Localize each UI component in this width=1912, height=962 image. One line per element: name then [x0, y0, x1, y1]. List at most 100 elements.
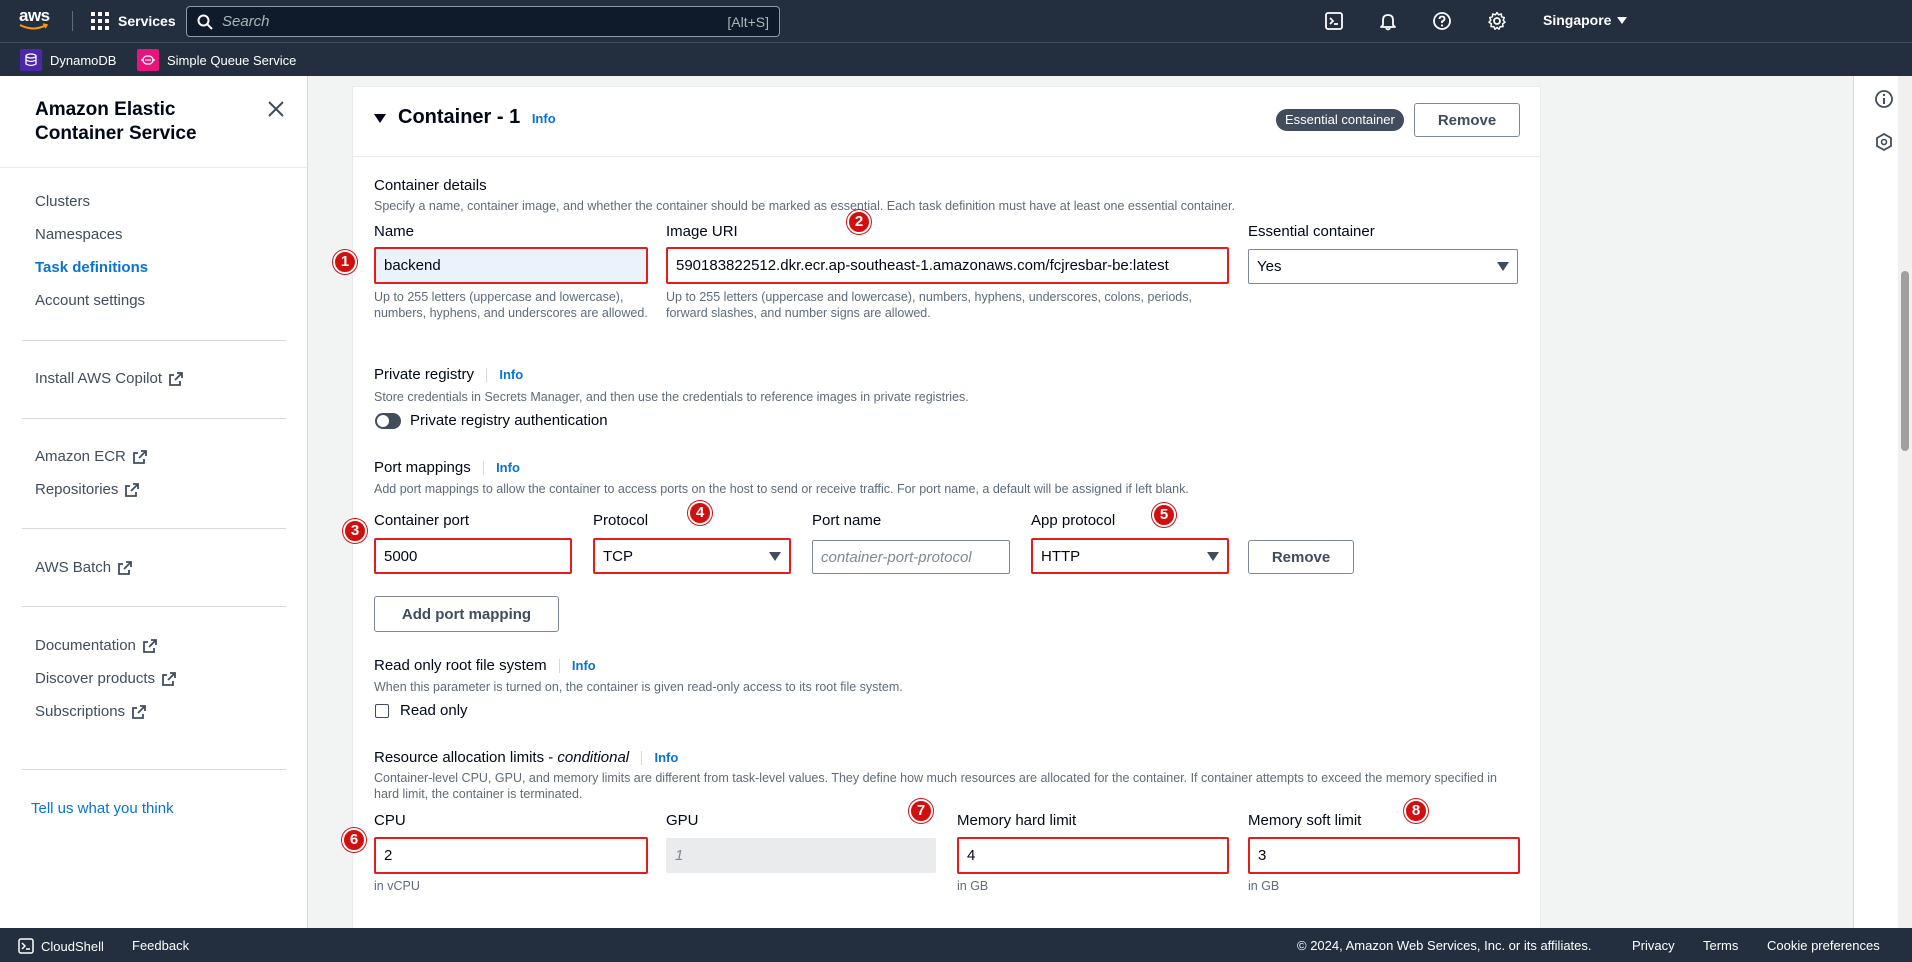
external-link-icon [132, 704, 146, 719]
caret-down-icon [1617, 16, 1628, 24]
port-mappings-info-link[interactable]: Info [496, 460, 520, 475]
readonly-title: Read only root file system Info [374, 657, 596, 674]
favorite-sqs[interactable]: Simple Queue Service [137, 49, 296, 71]
services-button[interactable]: Services [91, 10, 176, 32]
copyright-text: © 2024, Amazon Web Services, Inc. or its… [1297, 938, 1592, 953]
sidebar-item-subscriptions[interactable]: Subscriptions [35, 703, 147, 720]
read-only-checkbox[interactable] [375, 704, 389, 718]
sidebar-item-amazon-ecr[interactable]: Amazon ECR [35, 448, 148, 465]
annotation-badge: 8 [1404, 799, 1428, 823]
sidebar: Amazon Elastic Container Service Cluster… [0, 76, 308, 928]
scrollbar-thumb[interactable] [1901, 271, 1909, 451]
sidebar-item-account-settings[interactable]: Account settings [35, 292, 145, 309]
close-icon[interactable] [267, 100, 285, 118]
resource-limits-desc: Container-level CPU, GPU, and memory lim… [374, 771, 1497, 801]
sidebar-item-clusters[interactable]: Clusters [35, 193, 90, 210]
sidebar-item-repositories[interactable]: Repositories [35, 481, 140, 498]
sidebar-item-label: Subscriptions [35, 703, 126, 720]
sidebar-divider [22, 340, 286, 341]
sidebar-divider [22, 769, 286, 770]
resource-limits-info-link[interactable]: Info [654, 750, 678, 765]
terminal-icon[interactable] [1324, 11, 1344, 31]
remove-port-mapping-button[interactable]: Remove [1248, 540, 1354, 574]
sidebar-divider [22, 606, 286, 607]
annotation-badge: 5 [1152, 503, 1176, 527]
sidebar-item-label: Documentation [35, 637, 136, 654]
memory-soft-limit-input[interactable] [1248, 837, 1520, 874]
container-info-link[interactable]: Info [532, 111, 556, 126]
image-uri-hint: Up to 255 letters (uppercase and lowerca… [666, 290, 1192, 320]
footer-cookies-link[interactable]: Cookie preferences [1767, 938, 1880, 953]
divider [558, 659, 560, 674]
gpu-label: GPU [666, 812, 699, 829]
external-link-icon [162, 671, 176, 686]
services-label: Services [118, 13, 176, 29]
essential-container-label: Essential container [1248, 223, 1375, 240]
sidebar-item-documentation[interactable]: Documentation [35, 637, 158, 654]
annotation-badge: 3 [343, 519, 367, 543]
footer-feedback-link[interactable]: Feedback [132, 938, 189, 953]
cloudshell-button[interactable]: CloudShell [18, 938, 104, 954]
essential-container-value: Yes [1257, 258, 1282, 275]
app-root: aws Services [Alt+S] Singapore DynamoDB [0, 0, 1912, 962]
sidebar-item-discover-products[interactable]: Discover products [35, 670, 177, 687]
resource-limits-title: Resource allocation limits - conditional… [374, 749, 678, 766]
sidebar-feedback-link[interactable]: Tell us what you think [31, 800, 174, 817]
app-protocol-select[interactable]: HTTP [1031, 538, 1229, 574]
container-name-input[interactable] [374, 247, 648, 284]
external-link-icon [125, 482, 140, 497]
caret-down-icon [769, 551, 781, 561]
name-hint: Up to 255 letters (uppercase and lowerca… [374, 290, 648, 320]
image-uri-label: Image URI [666, 223, 738, 240]
grid-icon [91, 12, 109, 30]
cpu-input[interactable] [374, 837, 648, 874]
hexagon-icon[interactable] [1874, 132, 1894, 152]
external-link-icon [118, 560, 133, 575]
bell-icon[interactable] [1378, 11, 1398, 31]
sqs-icon [137, 49, 159, 71]
aws-logo[interactable]: aws [19, 7, 55, 34]
private-registry-title-text: Private registry [374, 366, 475, 383]
search-input[interactable] [222, 13, 728, 30]
divider [641, 751, 643, 766]
favorite-dynamodb[interactable]: DynamoDB [20, 49, 116, 71]
memory-hard-limit-input[interactable] [957, 837, 1229, 874]
name-label: Name [374, 223, 415, 240]
sidebar-item-label: Discover products [35, 670, 156, 687]
protocol-value: TCP [603, 547, 633, 565]
caret-down-icon [1497, 262, 1509, 271]
footer-privacy-link[interactable]: Privacy [1632, 938, 1675, 953]
footer-privacy-label: Privacy [1632, 938, 1675, 953]
collapse-caret-icon[interactable] [374, 114, 386, 123]
search-box[interactable]: [Alt+S] [186, 6, 780, 37]
footer-terms-link[interactable]: Terms [1703, 938, 1738, 953]
port-name-input[interactable] [812, 540, 1010, 574]
sidebar-item-task-definitions[interactable]: Task definitions [35, 259, 148, 276]
readonly-info-link[interactable]: Info [572, 658, 596, 673]
sidebar-separator [0, 167, 307, 168]
private-registry-toggle[interactable] [375, 413, 401, 429]
add-port-mapping-button[interactable]: Add port mapping [374, 596, 559, 632]
help-icon[interactable] [1432, 11, 1452, 31]
page-scrollbar[interactable] [1898, 76, 1912, 928]
sidebar-item-label: Clusters [35, 193, 91, 210]
memory-soft-limit-label: Memory soft limit [1248, 812, 1362, 829]
private-registry-info-link[interactable]: Info [499, 367, 523, 382]
memory-hard-limit-label: Memory hard limit [957, 812, 1077, 829]
sidebar-item-install-copilot[interactable]: Install AWS Copilot [35, 370, 184, 387]
sidebar-item-aws-batch[interactable]: AWS Batch [35, 559, 133, 576]
toggle-knob [377, 415, 389, 427]
region-selector[interactable]: Singapore [1543, 12, 1628, 28]
gear-icon[interactable] [1487, 11, 1507, 31]
remove-container-button[interactable]: Remove [1414, 103, 1520, 137]
essential-container-select[interactable]: Yes [1248, 249, 1518, 284]
cpu-unit: in vCPU [374, 879, 420, 893]
read-only-label: Read only [400, 702, 468, 719]
divider [486, 368, 488, 383]
container-port-input[interactable] [374, 538, 572, 574]
sidebar-item-label: Account settings [35, 292, 146, 309]
image-uri-input[interactable] [666, 247, 1229, 284]
protocol-select[interactable]: TCP [593, 538, 791, 574]
info-icon[interactable] [1874, 89, 1894, 109]
sidebar-item-namespaces[interactable]: Namespaces [35, 226, 123, 243]
